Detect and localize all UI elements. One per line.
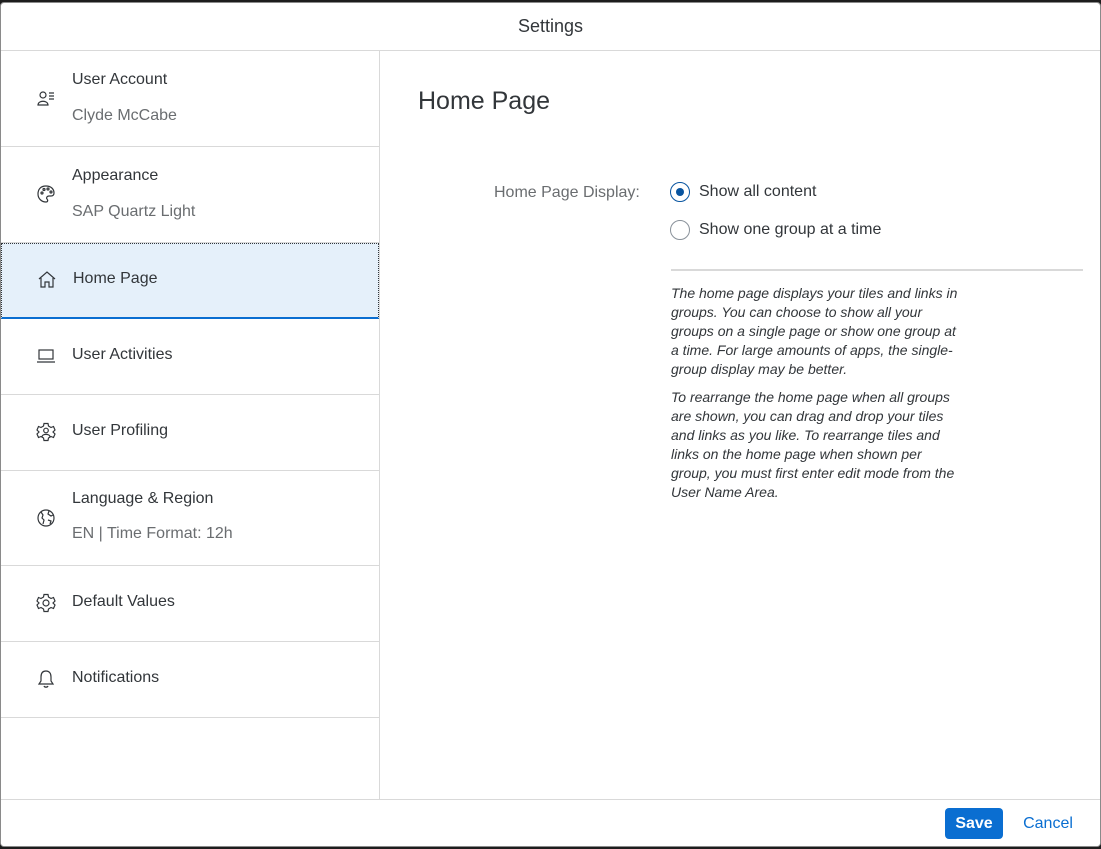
radio-label: Show one group at a time bbox=[699, 221, 882, 238]
sidebar-item-title: User Activities bbox=[72, 346, 173, 363]
dialog-title: Settings bbox=[517, 16, 584, 36]
sidebar-item-subtitle: EN | Time Format: 12h bbox=[72, 525, 233, 542]
globe-icon bbox=[35, 507, 57, 529]
sidebar-item-title: Default Values bbox=[72, 593, 175, 610]
radio-button-selected[interactable] bbox=[670, 182, 690, 202]
sidebar-item-default-values[interactable]: Default Values bbox=[1, 566, 379, 642]
sidebar-item-title: Notifications bbox=[72, 669, 160, 686]
sidebar-item-user-activities[interactable]: User Activities bbox=[1, 319, 379, 395]
bell-icon bbox=[35, 668, 57, 690]
sidebar-item-title: Home Page bbox=[73, 270, 158, 287]
radio-button[interactable] bbox=[670, 220, 690, 240]
page-title: Home Page bbox=[418, 87, 551, 115]
help-paragraph: The home page displays your tiles and li… bbox=[671, 285, 958, 377]
dialog-header: Settings bbox=[1, 3, 1100, 51]
user-account-icon bbox=[35, 88, 57, 110]
radio-label: Show all content bbox=[699, 183, 817, 200]
sidebar-item-appearance[interactable]: Appearance SAP Quartz Light bbox=[1, 147, 379, 243]
radio-show-all-content[interactable]: Show all content bbox=[670, 182, 816, 202]
settings-sidebar: User Account Clyde McCabe Appearance SAP… bbox=[1, 51, 380, 801]
user-settings-icon bbox=[35, 421, 57, 443]
sidebar-item-title: Language & Region bbox=[72, 490, 214, 507]
sidebar-item-user-profiling[interactable]: User Profiling bbox=[1, 395, 379, 471]
sidebar-item-home-page[interactable]: Home Page bbox=[1, 243, 379, 319]
help-divider bbox=[671, 269, 1083, 271]
laptop-icon bbox=[35, 345, 57, 367]
help-text: The home page displays your tiles and li… bbox=[671, 284, 961, 511]
cancel-button[interactable]: Cancel bbox=[1013, 808, 1083, 839]
sidebar-item-subtitle: SAP Quartz Light bbox=[72, 203, 196, 220]
radio-show-one-group[interactable]: Show one group at a time bbox=[670, 220, 881, 240]
settings-dialog: Settings User Account Clyde McCabe Appea… bbox=[0, 2, 1101, 847]
help-paragraph: To rearrange the home page when all grou… bbox=[671, 389, 955, 500]
gear-icon bbox=[35, 592, 57, 614]
settings-content: Home Page Home Page Display: Show all co… bbox=[381, 51, 1100, 801]
sidebar-item-user-account[interactable]: User Account Clyde McCabe bbox=[1, 51, 379, 147]
sidebar-item-language-region[interactable]: Language & Region EN | Time Format: 12h bbox=[1, 471, 379, 566]
sidebar-item-subtitle: Clyde McCabe bbox=[72, 107, 177, 124]
home-page-display-label: Home Page Display: bbox=[494, 184, 640, 201]
sidebar-item-title: Appearance bbox=[72, 167, 159, 184]
sidebar-item-title: User Profiling bbox=[72, 422, 169, 439]
sidebar-item-notifications[interactable]: Notifications bbox=[1, 642, 379, 718]
dialog-footer: Save Cancel bbox=[1, 799, 1100, 846]
palette-icon bbox=[35, 183, 57, 205]
save-button[interactable]: Save bbox=[945, 808, 1003, 839]
sidebar-item-title: User Account bbox=[72, 71, 168, 88]
home-icon bbox=[36, 269, 58, 291]
